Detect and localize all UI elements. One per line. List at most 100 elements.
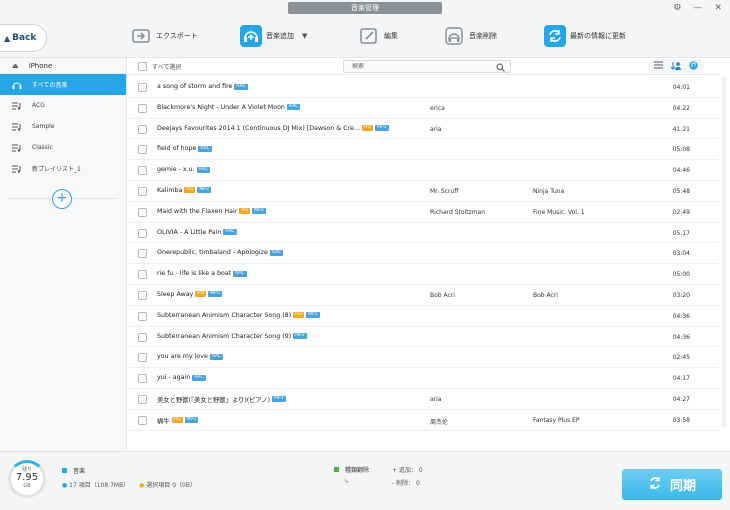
song-checkbox[interactable] — [138, 124, 147, 134]
device-header[interactable]: ⏏ iPhone — [0, 58, 126, 74]
minimize-icon[interactable]: — — [693, 2, 702, 14]
song-checkbox[interactable] — [138, 311, 147, 321]
song-row[interactable]: yui - again AAC 04:17 — [128, 368, 718, 389]
window-title: 音楽管理 — [288, 2, 442, 14]
song-duration: 41:21 — [672, 125, 690, 133]
playlist-icon — [12, 123, 26, 131]
storage-gauge: 残り 7.95 GB — [8, 460, 46, 498]
song-checkbox[interactable] — [138, 166, 147, 176]
export-button[interactable]: エクスポート — [130, 25, 198, 47]
song-title-cell: 美女と野獣(『美女と野獣』より)(ピアノ) MP3 — [157, 395, 286, 404]
song-checkbox[interactable] — [138, 103, 147, 113]
song-checkbox[interactable] — [138, 145, 147, 155]
sidebar-item[interactable]: 新プレイリスト_1 — [0, 158, 126, 179]
song-checkbox[interactable] — [138, 332, 147, 342]
sort-artist-icon[interactable] — [670, 61, 681, 72]
sync-button[interactable]: 同期 — [622, 469, 722, 500]
mp3-badge: MP3 — [184, 417, 198, 424]
song-row[interactable]: you are my love AAC 02:45 — [128, 347, 718, 369]
view-options — [648, 59, 704, 73]
sidebar-item[interactable]: すべての音楽 — [0, 74, 126, 95]
select-all-checkbox[interactable] — [138, 62, 147, 71]
change-legend: 種類翻除 — [334, 465, 369, 474]
settings-icon[interactable]: ⚙ — [673, 2, 681, 14]
window-controls: ⚙ — ✕ — [673, 2, 722, 14]
export-icon — [130, 25, 152, 47]
song-title: Onerepublic, timbaland - Apologize — [157, 249, 268, 257]
dropdown-arrow-icon[interactable]: ▼ — [302, 32, 307, 40]
sidebar-item[interactable]: Classic — [0, 137, 126, 158]
aac-badge: AAC — [196, 166, 210, 173]
close-icon[interactable]: ✕ — [714, 2, 722, 14]
total-items: 17 項目（108.7MB） — [69, 482, 130, 489]
refresh-button[interactable]: 最新の情報に更新 — [544, 25, 626, 47]
song-row[interactable]: Onerepublic, timbaland - Apologize AAC 03:… — [128, 243, 718, 265]
eject-icon: ⏏ — [12, 61, 19, 70]
song-row[interactable]: Subterranean Animism Character Song (9) M… — [128, 327, 718, 348]
device-name: iPhone — [28, 61, 53, 70]
song-title-cell: you are my love AAC — [157, 353, 224, 361]
song-row[interactable]: Kalimba HQ MP3 Mr. Scruff Ninja Tuna 05:48 — [128, 181, 718, 202]
song-row[interactable]: gemie - x.u. AAC 04:46 — [128, 160, 718, 181]
song-row[interactable]: field of hope AAC 05:08 — [128, 139, 718, 161]
song-row[interactable]: OLIVIA - A Little Pain AAC 05:17 — [128, 223, 718, 244]
hq-badge: HQ — [171, 417, 183, 424]
hq-badge: HQ — [362, 125, 374, 132]
aac-badge: AAC — [223, 229, 237, 236]
mp3-badge: MP3 — [208, 291, 222, 298]
list-view-icon[interactable] — [654, 61, 663, 71]
mp3-badge: MP3 — [293, 333, 307, 340]
song-duration: 04:36 — [672, 333, 690, 341]
song-checkbox[interactable] — [138, 249, 147, 259]
song-row[interactable]: Sleep Away HQ MP3 Bob Acri Bob Acri 03:20 — [128, 285, 718, 306]
song-checkbox[interactable] — [138, 353, 147, 363]
song-checkbox[interactable] — [138, 394, 147, 404]
song-row[interactable]: Subterranean Animism Character Song (8) H… — [128, 306, 718, 327]
song-row[interactable]: Maid with the Flaxen Hair HQ MP3 Richard St… — [128, 202, 718, 223]
search-icon[interactable] — [496, 63, 505, 74]
song-checkbox[interactable] — [138, 83, 147, 92]
song-title-cell: Maid with the Flaxen Hair HQ MP3 — [157, 208, 266, 215]
song-checkbox[interactable] — [138, 270, 147, 280]
back-button[interactable]: ▲ Back — [0, 24, 47, 52]
song-row[interactable]: Deejays Favourites 2014.1 (Continuous DJ… — [128, 119, 718, 140]
song-duration: 04:01 — [672, 84, 690, 91]
song-artist: aria — [430, 125, 442, 133]
add-music-label: 音楽追加 — [266, 32, 294, 40]
delete-music-label: 音楽削除 — [469, 32, 497, 40]
song-duration: 05:08 — [672, 146, 690, 154]
search-input[interactable] — [352, 63, 492, 70]
song-checkbox[interactable] — [138, 374, 147, 384]
song-checkbox[interactable] — [138, 186, 147, 196]
itunes-icon[interactable] — [689, 60, 698, 72]
scrollbar[interactable] — [722, 77, 726, 427]
sidebar-item[interactable]: ACG — [0, 95, 126, 116]
add-music-button[interactable]: 音楽追加 ▼ — [240, 25, 307, 47]
song-row[interactable]: rie fu - life is like a boat AAC 05:00 — [128, 264, 718, 285]
mp3-badge: MP3 — [252, 208, 266, 215]
song-checkbox[interactable] — [138, 207, 147, 217]
aac-badge: AAC — [269, 249, 284, 256]
mp3-badge: MP3 — [375, 125, 389, 132]
song-row[interactable]: a song of storm and fire AAC 04:01 — [128, 77, 718, 98]
song-duration: 02:49 — [672, 208, 690, 216]
song-title: Sleep Away — [157, 290, 194, 298]
song-checkbox[interactable] — [138, 290, 147, 300]
song-album: Fantasy Plus EP — [533, 416, 580, 424]
song-row[interactable]: Blackmore's Night - Under A Violet Moon A… — [128, 98, 718, 119]
storage-value: 7.95 — [15, 472, 39, 483]
list-header: すべて選択 — [128, 58, 720, 75]
delete-music-button[interactable]: 音楽削除 — [443, 25, 497, 47]
song-checkbox[interactable] — [138, 415, 147, 425]
song-checkbox[interactable] — [138, 228, 147, 238]
sidebar-item[interactable]: Sample — [0, 116, 126, 137]
song-row[interactable]: 美女と野獣(『美女と野獣』より)(ピアノ) MP3 aria 04:27 — [128, 389, 718, 410]
song-row[interactable]: 蝸牛 HQ MP3 周杰伦 Fantasy Plus EP 03:58 — [128, 410, 718, 431]
music-label: 音楽 — [73, 468, 86, 475]
song-duration: 03:58 — [672, 416, 690, 424]
song-duration: 05:17 — [672, 229, 690, 237]
song-title: you are my love — [157, 353, 208, 361]
add-playlist-button[interactable]: + — [52, 189, 72, 209]
song-duration: 04:17 — [672, 375, 690, 383]
edit-button[interactable]: 編集 — [358, 25, 398, 47]
